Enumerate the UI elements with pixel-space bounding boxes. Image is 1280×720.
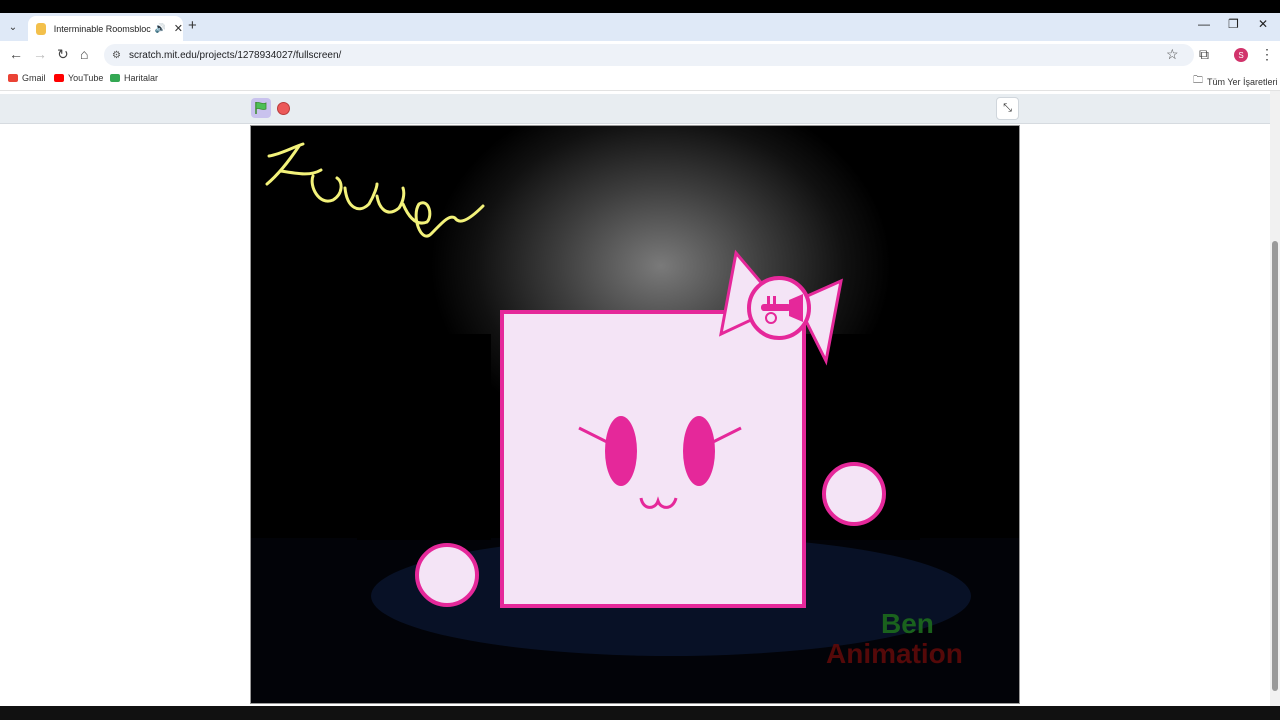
bookmark-label: YouTube — [68, 73, 104, 83]
bookmarks-bar: Gmail YouTube Haritalar 🗀 Tüm Yer İşaret… — [0, 69, 1280, 91]
right-orb — [822, 462, 886, 526]
bookmark-gmail[interactable]: Gmail — [8, 73, 46, 83]
profile-avatar[interactable]: S — [1234, 48, 1248, 62]
green-flag-icon — [255, 102, 267, 114]
top-strip — [0, 0, 1280, 13]
gmail-icon — [8, 74, 18, 82]
bookmark-youtube[interactable]: YouTube — [54, 73, 103, 83]
forward-arrow-icon[interactable]: → — [33, 46, 47, 62]
omnibox[interactable]: ⚙ scratch.mit.edu/projects/1278934027/fu… — [104, 44, 1194, 66]
site-info-icon[interactable]: ⚙ — [112, 50, 121, 61]
url-text: scratch.mit.edu/projects/1278934027/full… — [128, 49, 342, 61]
scratch-favicon-icon — [36, 22, 46, 35]
scrollbar-thumb[interactable] — [1272, 241, 1278, 691]
bookmark-label: Haritalar — [124, 73, 159, 83]
bookmark-star-icon[interactable]: ☆ — [1166, 46, 1179, 63]
restore-icon[interactable]: ❐ — [1228, 17, 1239, 31]
watermark-line2: Animation — [826, 638, 963, 669]
green-flag-button[interactable] — [251, 98, 271, 118]
exit-fullscreen-button[interactable]: ⤡ — [996, 97, 1019, 120]
project-stage[interactable]: Ben Animation — [250, 125, 1020, 704]
new-tab-button[interactable]: + — [188, 17, 197, 34]
exit-fullscreen-icon: ⤡ — [1003, 102, 1012, 114]
left-pillar — [357, 334, 491, 540]
bookmark-maps[interactable]: Haritalar — [110, 73, 158, 83]
watermark-line1: Ben — [881, 608, 934, 639]
vertical-scrollbar[interactable] — [1270, 91, 1280, 706]
menu-kebab-icon[interactable]: ⋮ — [1260, 46, 1274, 63]
folder-icon: 🗀 — [1193, 75, 1203, 86]
right-eye — [683, 416, 715, 486]
all-bookmarks[interactable]: 🗀 Tüm Yer İşaretleri — [1193, 73, 1278, 90]
stop-button[interactable] — [277, 102, 290, 115]
bottom-strip — [0, 706, 1280, 720]
home-icon[interactable]: ⌂ — [80, 46, 88, 62]
extensions-icon[interactable]: ⧉ — [1199, 46, 1209, 63]
maps-icon — [110, 74, 120, 82]
active-tab[interactable]: Interminable Roomsblocks 🔊 ✕ — [28, 16, 183, 41]
tab-bar: ⌄ Interminable Roomsblocks 🔊 ✕ + — ❐ ✕ — [0, 13, 1280, 41]
left-orb — [415, 543, 479, 607]
left-eye — [605, 416, 637, 486]
bookmark-label: Gmail — [22, 73, 46, 83]
reload-icon[interactable]: ↻ — [57, 46, 69, 63]
tab-search-button[interactable]: ⌄ — [4, 18, 22, 36]
close-tab-icon[interactable]: ✕ — [174, 22, 183, 35]
player-controls: ⤡ — [0, 94, 1270, 124]
yellow-scribble — [265, 142, 485, 238]
back-arrow-icon[interactable]: ← — [9, 46, 23, 62]
pink-block-character — [500, 310, 806, 608]
youtube-icon — [54, 74, 64, 82]
address-bar-row: ← → ↻ ⌂ ⚙ scratch.mit.edu/projects/12789… — [0, 41, 1280, 69]
minimize-icon[interactable]: — — [1198, 17, 1210, 31]
all-bookmarks-label: Tüm Yer İşaretleri — [1207, 76, 1278, 87]
close-window-icon[interactable]: ✕ — [1258, 17, 1268, 31]
speaker-icon[interactable]: 🔊 — [155, 23, 166, 34]
tab-title: Interminable Roomsblocks — [53, 23, 151, 34]
